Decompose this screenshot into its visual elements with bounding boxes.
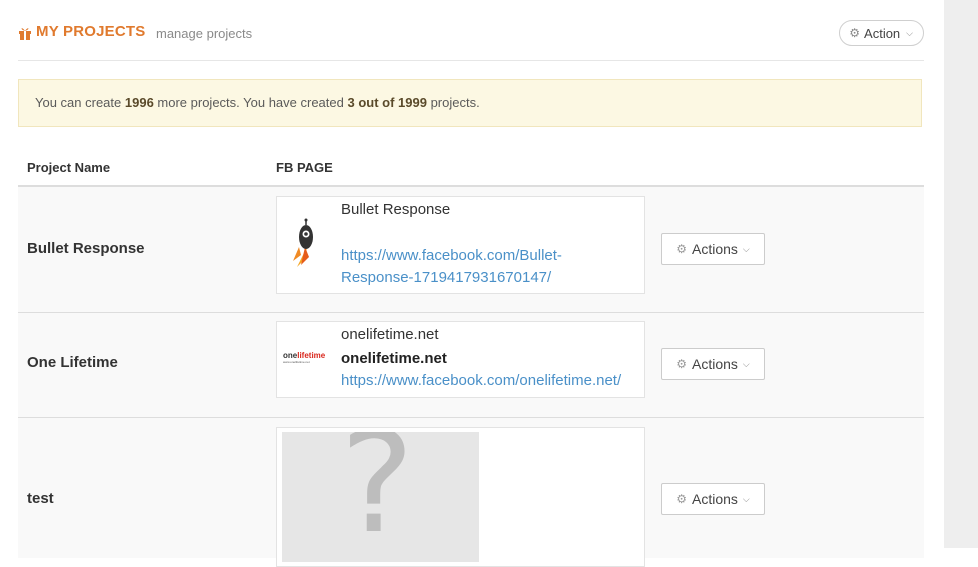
page-header: MY PROJECTS manage projects ⚙ Action ⌵: [18, 20, 924, 61]
rocket-icon: [293, 218, 313, 267]
page-title: MY PROJECTS: [36, 23, 146, 40]
projects-table: Project Name FB PAGE Bullet Response Bul…: [18, 150, 924, 567]
alert-text: You can create: [35, 95, 125, 110]
onelifetime-logo: onelifetime www.onelifetime.net: [283, 352, 335, 368]
page-scrollbar[interactable]: [944, 0, 978, 548]
table-row: One Lifetime onelifetime www.onelifetime…: [18, 313, 924, 418]
fb-link-line: https://www.facebook.com/onelifetime.net…: [341, 372, 622, 389]
column-header-fb-page: FB PAGE: [276, 160, 333, 175]
actions-label: Actions: [692, 241, 738, 257]
fb-page-link[interactable]: https://www.facebook.com/Bullet- Respons…: [341, 245, 562, 289]
table-row: Bullet Response Bullet Response https://…: [18, 187, 924, 313]
project-name: test: [27, 490, 54, 507]
page-subtitle: manage projects: [156, 26, 253, 41]
table-row: test ? ⚙ Actions ⌵: [18, 418, 924, 567]
logo-text: lifetime: [297, 351, 326, 360]
chevron-down-icon: ⌵: [742, 243, 750, 254]
actions-label: Actions: [692, 356, 738, 372]
header-action-label: Action: [864, 25, 901, 41]
question-mark-placeholder: ?: [282, 432, 479, 562]
fb-page-card: ?: [276, 427, 645, 567]
chevron-down-icon: ⌵: [742, 493, 750, 504]
gears-icon: ⚙: [676, 242, 687, 256]
column-header-project-name: Project Name: [27, 160, 111, 175]
logo-text: one: [283, 351, 298, 360]
logo-subtext: www.onelifetime.net: [283, 360, 310, 364]
fb-link-line: Response-1719417931670147/: [341, 269, 552, 286]
fb-page-name: onelifetime.net: [341, 350, 447, 367]
header-action-button[interactable]: ⚙ Action ⌵: [839, 20, 924, 46]
row-actions-button[interactable]: ⚙ Actions ⌵: [661, 348, 765, 380]
chevron-down-icon: ⌵: [742, 358, 750, 369]
alert-text: more projects. You have created: [153, 95, 348, 110]
alert-created-count: 3 out of 1999: [347, 95, 427, 110]
row-actions-button[interactable]: ⚙ Actions ⌵: [661, 483, 765, 515]
question-mark-glyph: ?: [340, 432, 415, 562]
fb-page-title: onelifetime.net: [341, 326, 439, 343]
fb-page-link[interactable]: https://www.facebook.com/onelifetime.net…: [341, 370, 621, 392]
alert-text: projects.: [426, 95, 480, 110]
alert-remaining-count: 1996: [124, 95, 154, 110]
chevron-down-icon: ⌵: [906, 27, 913, 38]
gear-icon: ⚙: [849, 26, 861, 40]
table-header: Project Name FB PAGE: [18, 150, 924, 187]
gears-icon: ⚙: [676, 492, 687, 506]
quota-alert: You can create 1996 more projects. You h…: [18, 79, 922, 127]
project-name: Bullet Response: [27, 240, 145, 257]
page-content: MY PROJECTS manage projects ⚙ Action ⌵ Y…: [0, 0, 944, 567]
gift-icon: [19, 28, 31, 40]
actions-label: Actions: [692, 491, 738, 507]
fb-page-card: Bullet Response https://www.facebook.com…: [276, 196, 645, 294]
fb-page-card: onelifetime www.onelifetime.net onelifet…: [276, 321, 645, 398]
row-actions-button[interactable]: ⚙ Actions ⌵: [661, 233, 765, 265]
gears-icon: ⚙: [676, 357, 687, 371]
fb-page-title: Bullet Response: [341, 201, 451, 218]
project-name: One Lifetime: [27, 354, 118, 371]
fb-link-line: https://www.facebook.com/Bullet-: [341, 247, 562, 264]
